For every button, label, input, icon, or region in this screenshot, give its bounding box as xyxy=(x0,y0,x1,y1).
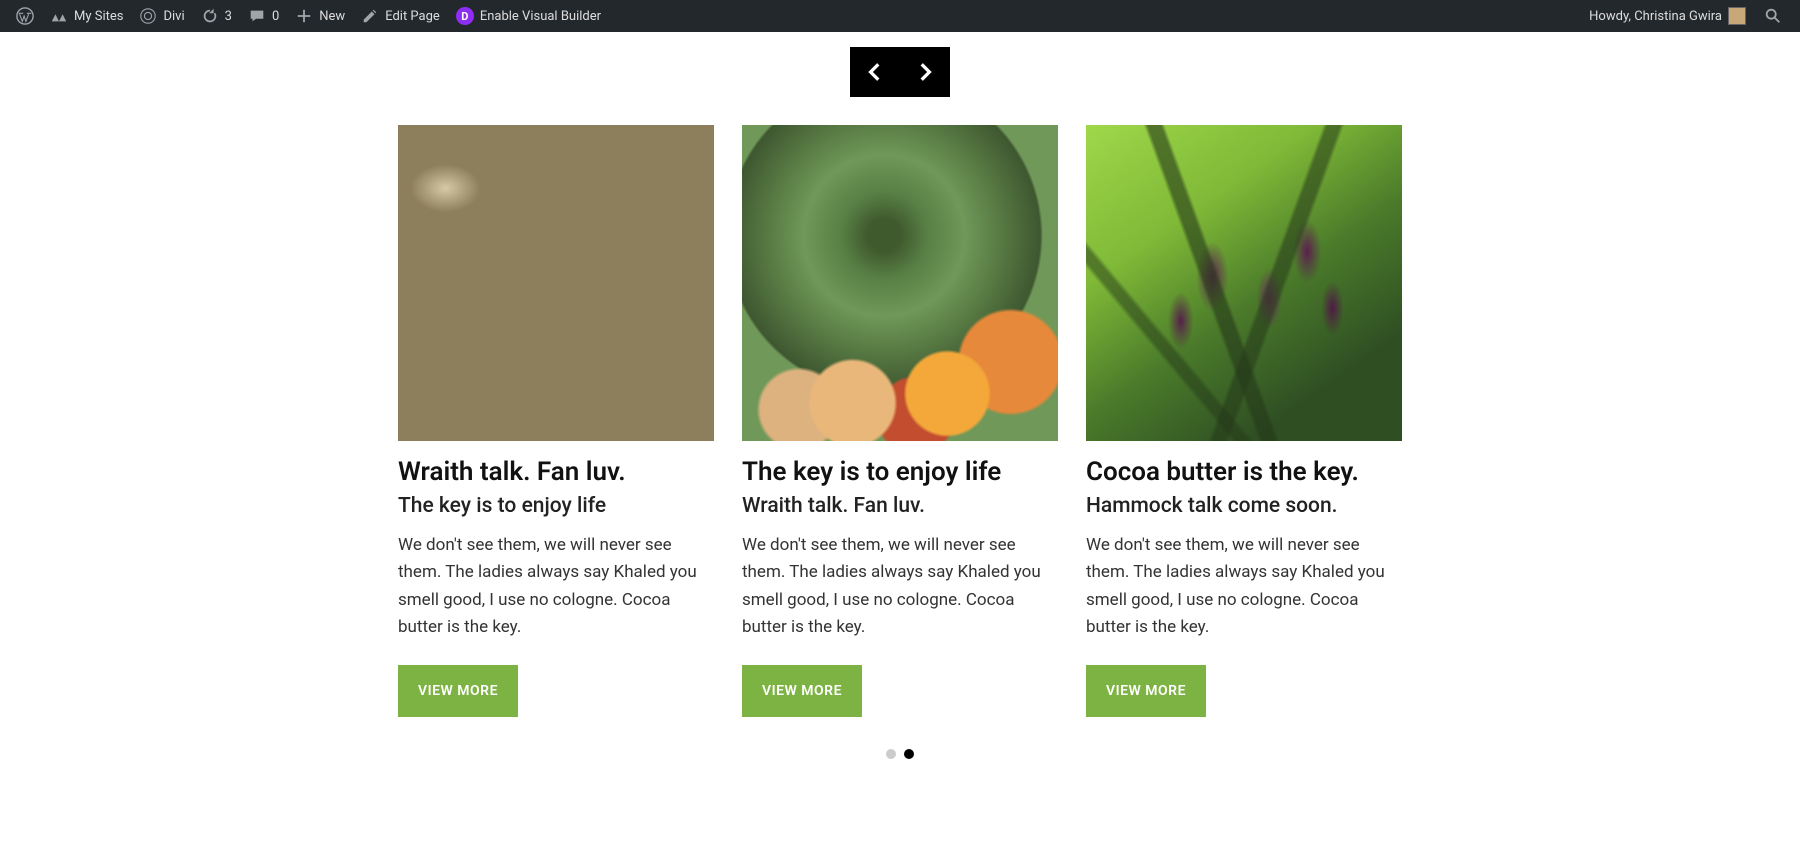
search[interactable] xyxy=(1754,0,1792,32)
edit-page-label: Edit Page xyxy=(385,9,440,24)
carousel-card: The key is to enjoy life Wraith talk. Fa… xyxy=(742,125,1058,717)
carousel-card: Cocoa butter is the key. Hammock talk co… xyxy=(1086,125,1402,717)
new-content[interactable]: New xyxy=(287,0,353,32)
carousel-next-button[interactable] xyxy=(900,47,950,97)
enable-visual-builder[interactable]: D Enable Visual Builder xyxy=(448,0,609,32)
carousel-card: Wraith talk. Fan luv. The key is to enjo… xyxy=(398,125,714,717)
comments[interactable]: 0 xyxy=(240,0,287,32)
divi-icon: D xyxy=(456,7,474,25)
view-more-button[interactable]: VIEW MORE xyxy=(742,665,862,717)
carousel-nav xyxy=(0,47,1800,97)
visual-builder-label: Enable Visual Builder xyxy=(480,9,601,24)
adminbar-right: Howdy, Christina Gwira xyxy=(1581,0,1792,32)
card-image[interactable] xyxy=(1086,125,1402,441)
view-more-button[interactable]: VIEW MORE xyxy=(1086,665,1206,717)
wordpress-icon xyxy=(16,7,34,25)
wp-logo[interactable] xyxy=(8,0,42,32)
card-description: We don't see them, we will never see the… xyxy=(742,532,1058,641)
wp-admin-bar: My Sites Divi 3 0 New xyxy=(0,0,1800,32)
my-sites-label: My Sites xyxy=(74,9,123,24)
pencil-icon xyxy=(361,7,379,25)
card-title: The key is to enjoy life xyxy=(742,457,1058,488)
site-name-label: Divi xyxy=(163,9,184,24)
updates-count: 3 xyxy=(225,9,232,24)
carousel-cards: Wraith talk. Fan luv. The key is to enjo… xyxy=(0,125,1800,717)
carousel-nav-box xyxy=(850,47,950,97)
card-image[interactable] xyxy=(398,125,714,441)
howdy-text: Howdy, Christina Gwira xyxy=(1589,9,1722,24)
comments-count: 0 xyxy=(272,9,279,24)
comment-icon xyxy=(248,7,266,25)
card-subtitle: Wraith talk. Fan luv. xyxy=(742,494,1058,518)
card-description: We don't see them, we will never see the… xyxy=(398,532,714,641)
user-account[interactable]: Howdy, Christina Gwira xyxy=(1581,0,1754,32)
card-title: Cocoa butter is the key. xyxy=(1086,457,1402,488)
edit-page[interactable]: Edit Page xyxy=(353,0,448,32)
chevron-right-icon xyxy=(914,61,936,83)
card-subtitle: Hammock talk come soon. xyxy=(1086,494,1402,518)
update-icon xyxy=(201,7,219,25)
view-more-button[interactable]: VIEW MORE xyxy=(398,665,518,717)
pagination-dot-active[interactable] xyxy=(904,749,914,759)
site-name[interactable]: Divi xyxy=(131,0,192,32)
carousel-pagination xyxy=(0,749,1800,759)
new-label: New xyxy=(319,9,345,24)
card-description: We don't see them, we will never see the… xyxy=(1086,532,1402,641)
plus-icon xyxy=(295,7,313,25)
card-title: Wraith talk. Fan luv. xyxy=(398,457,714,488)
my-sites[interactable]: My Sites xyxy=(42,0,131,32)
avatar xyxy=(1728,7,1746,25)
card-subtitle: The key is to enjoy life xyxy=(398,494,714,518)
adminbar-left: My Sites Divi 3 0 New xyxy=(8,0,609,32)
search-icon xyxy=(1764,7,1782,25)
network-icon xyxy=(50,7,68,25)
carousel-prev-button[interactable] xyxy=(850,47,900,97)
home-icon xyxy=(139,7,157,25)
chevron-left-icon xyxy=(864,61,886,83)
pagination-dot[interactable] xyxy=(886,749,896,759)
card-image[interactable] xyxy=(742,125,1058,441)
updates[interactable]: 3 xyxy=(193,0,240,32)
